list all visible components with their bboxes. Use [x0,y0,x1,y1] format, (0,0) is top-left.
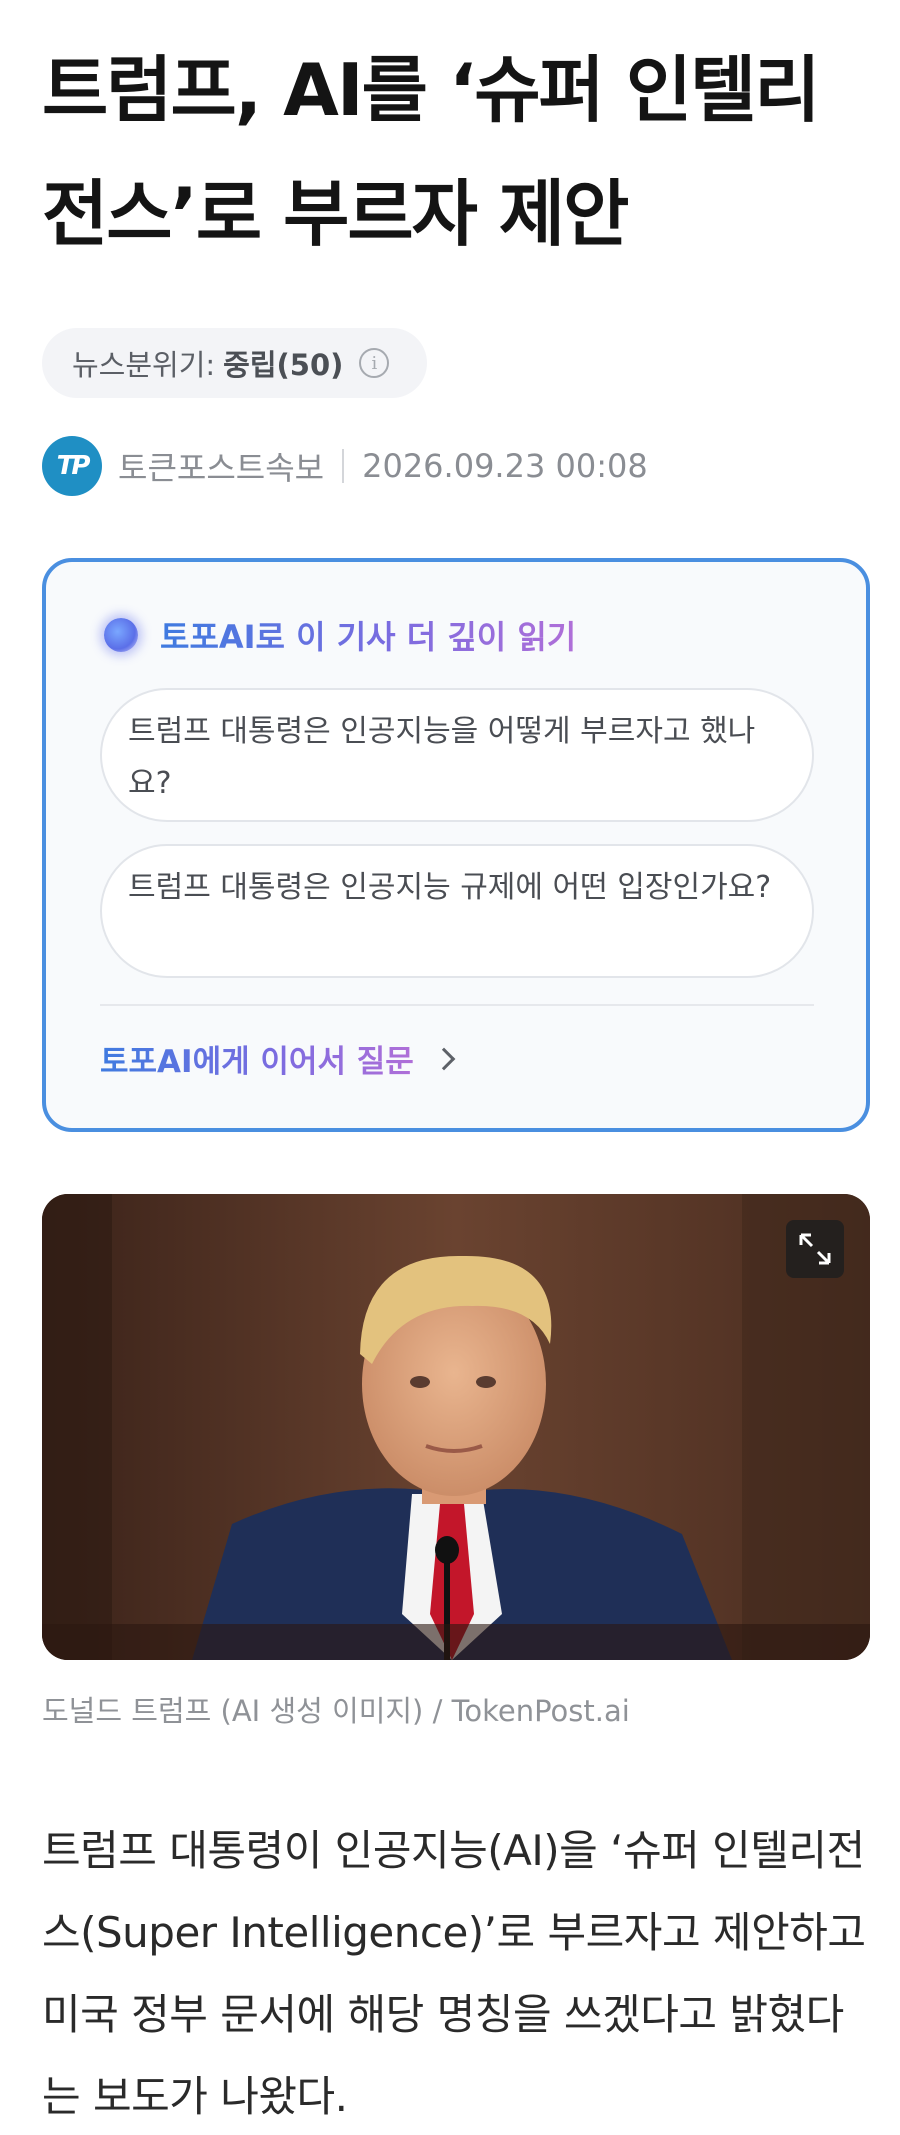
article-body-paragraph: 트럼프 대통령이 인공지능(AI)을 ‘슈퍼 인텔리전스(Super Intel… [42,1826,866,2121]
ai-card-title: 토포AI로 이 기사 더 깊이 읽기 [160,612,576,658]
article-photo[interactable] [42,1194,870,1660]
chevron-right-icon [432,1047,456,1070]
mood-label: 뉴스분위기: [72,348,216,382]
ai-followup-label: 토포AI에게 이어서 질문 [100,1036,414,1081]
article-title: 트럼프, AI를 ‘슈퍼 인텔리전스’로 부르자 제안 [42,48,821,256]
ai-followup-link[interactable]: 토포AI에게 이어서 질문 [100,1036,456,1081]
source-logo-text: TP [56,451,91,481]
byline-divider [342,449,345,483]
info-icon[interactable]: i [359,348,390,378]
suggested-question-1[interactable]: 트럼프 대통령은 인공지능을 어떻게 부르자고 했나요? [100,688,814,822]
source-name[interactable]: 토큰포스트속보 [118,443,324,489]
mood-value: 중립(50) [223,348,344,382]
published-date: 2026.09.23 00:08 [362,447,648,485]
expand-icon [799,1233,831,1265]
card-divider [100,1004,814,1006]
ai-orb-icon [104,618,138,652]
suggested-question-2[interactable]: 트럼프 대통령은 인공지능 규제에 어떤 입장인가요? [100,844,814,978]
news-mood-chip[interactable]: 뉴스분위기: 중립(50) i [42,328,428,398]
ai-read-deeper-card: 토포AI로 이 기사 더 깊이 읽기 트럼프 대통령은 인공지능을 어떻게 부르… [42,558,870,1132]
source-logo[interactable]: TP [42,436,102,496]
portrait-illustration [42,1194,870,1660]
image-caption: 도널드 트럼프 (AI 생성 이미지) / TokenPost.ai [42,1694,630,1728]
ai-card-heading: 토포AI로 이 기사 더 깊이 읽기 [104,612,576,658]
expand-button[interactable] [786,1220,844,1278]
byline: TP 토큰포스트속보 2026.09.23 00:08 [42,436,648,496]
